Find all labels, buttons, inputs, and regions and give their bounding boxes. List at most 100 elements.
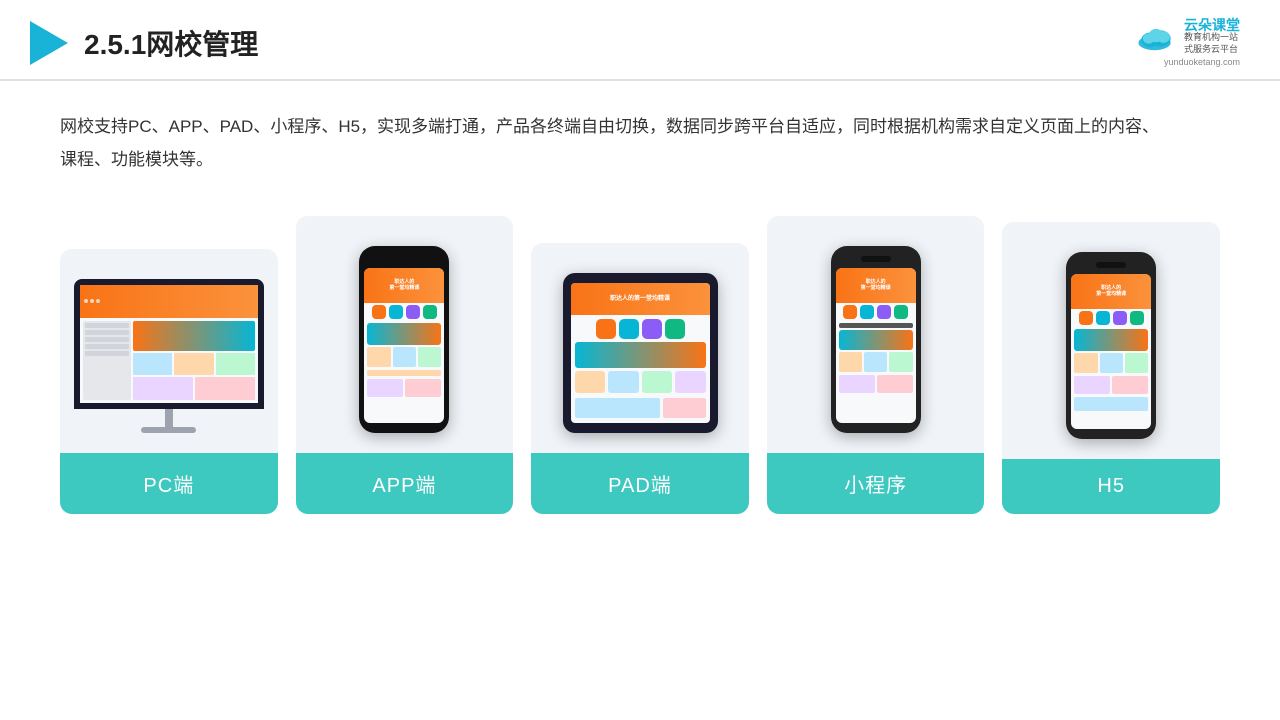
phone-card xyxy=(1100,353,1123,373)
page-title: 2.5.1网校管理 xyxy=(84,23,258,63)
app-card-label: APP端 xyxy=(296,453,514,514)
phone-screen-h5: 职达人的第一堂均精课 xyxy=(1071,274,1151,429)
tablet-card-extra xyxy=(575,398,660,418)
logo-brand-name: 云朵课堂 xyxy=(1184,18,1240,32)
phone-icon xyxy=(406,305,420,319)
mini-card xyxy=(877,375,913,393)
phone-row-extra xyxy=(367,370,441,376)
tablet-card xyxy=(608,371,639,393)
phone-icon xyxy=(372,305,386,319)
phone-banner-mini xyxy=(839,330,913,350)
miniapp-card: 职达人的第一堂均精课 xyxy=(767,216,985,514)
phone-icon xyxy=(860,305,874,319)
tablet-icon xyxy=(596,319,616,339)
phone-header-text-h5: 职达人的第一堂均精课 xyxy=(1096,285,1126,298)
phone-icon xyxy=(1079,311,1093,325)
screen-main xyxy=(133,321,255,400)
tablet-screen: 职达人的第一堂均精课 xyxy=(571,283,710,423)
tablet-icon xyxy=(619,319,639,339)
phone-cards-h5 xyxy=(1074,353,1148,373)
app-image-area: 职达人的第一堂均精课 xyxy=(296,216,514,453)
phone-mockup-h5: 职达人的第一堂均精课 xyxy=(1066,252,1156,439)
phone-screen-header-mini: 职达人的第一堂均精课 xyxy=(836,268,916,303)
pc-card: PC端 xyxy=(60,249,278,514)
phone-notch xyxy=(389,256,419,262)
tablet-extra xyxy=(575,398,706,418)
screen-banner xyxy=(133,321,255,351)
screen-dot xyxy=(96,299,100,303)
tablet-icon xyxy=(665,319,685,339)
sidebar-item xyxy=(85,337,129,342)
sidebar-item xyxy=(85,330,129,335)
logo-slogan: 教育机构一站式服务云平台 xyxy=(1184,32,1240,55)
monitor-screen-body xyxy=(80,318,258,403)
sidebar-item xyxy=(85,351,129,356)
phone-banner-h5 xyxy=(1074,329,1148,351)
monitor-screen-top xyxy=(80,285,258,318)
h5-card xyxy=(1074,376,1110,394)
phone-screen: 职达人的第一堂均精课 xyxy=(364,268,444,423)
phone-icon xyxy=(843,305,857,319)
tablet-card xyxy=(575,371,606,393)
pc-mockup xyxy=(74,279,264,433)
phone-screen-header-h5: 职达人的第一堂均精课 xyxy=(1071,274,1151,309)
tablet-header-text: 职达人的第一堂均精课 xyxy=(610,295,670,303)
logo-website: yunduoketang.com xyxy=(1164,57,1240,67)
screen-card xyxy=(133,353,172,375)
cloud-logo-icon xyxy=(1134,22,1178,52)
phone-mockup-app: 职达人的第一堂均精课 xyxy=(359,246,449,433)
phone-icon xyxy=(894,305,908,319)
screen-card xyxy=(174,353,213,375)
phone-icon xyxy=(1096,311,1110,325)
logo-row: 云朵课堂 教育机构一站式服务云平台 xyxy=(1134,18,1240,55)
phone-icon-grid xyxy=(364,303,444,321)
cards-container: PC端 职达人的第一堂均精课 xyxy=(60,216,1220,514)
phone-card-extra xyxy=(405,379,441,397)
screen-cards-2 xyxy=(133,377,255,399)
phone-screen-mini: 职达人的第一堂均精课 xyxy=(836,268,916,423)
tablet-screen-header: 职达人的第一堂均精课 xyxy=(571,283,710,315)
screen-dot xyxy=(84,299,88,303)
h5-extra xyxy=(1074,376,1148,394)
logo-container: 云朵课堂 教育机构一站式服务云平台 yunduoketang.com xyxy=(1134,18,1240,67)
logo-brand-text: 云朵课堂 教育机构一站式服务云平台 xyxy=(1184,18,1240,55)
phone-icon-grid-h5 xyxy=(1071,309,1151,327)
header-left: 2.5.1网校管理 xyxy=(30,21,258,65)
monitor-screen xyxy=(80,285,258,403)
phone-notch-h5 xyxy=(1096,262,1126,268)
phone-icon xyxy=(1130,311,1144,325)
phone-card xyxy=(839,352,862,372)
tablet-icon xyxy=(642,319,662,339)
pad-card-label: PAD端 xyxy=(531,453,749,514)
phone-cards-mini xyxy=(839,352,913,372)
pad-card: 职达人的第一堂均精课 xyxy=(531,243,749,514)
page-header: 2.5.1网校管理 云朵课堂 教育机构一站式服务云平台 yunduoketang… xyxy=(0,0,1280,81)
tablet-card-extra xyxy=(663,398,706,418)
app-card: 职达人的第一堂均精课 xyxy=(296,216,514,514)
phone-icon xyxy=(877,305,891,319)
phone-card xyxy=(393,347,416,367)
pc-image-area xyxy=(60,249,278,453)
phone-card-extra xyxy=(367,379,403,397)
tablet-banner xyxy=(575,342,706,368)
phone-extra-cards xyxy=(367,379,441,397)
phone-card xyxy=(864,352,887,372)
phone-screen-header: 职达人的第一堂均精课 xyxy=(364,268,444,303)
sidebar-item xyxy=(85,323,129,328)
screen-card xyxy=(195,377,255,399)
phone-card xyxy=(1074,353,1097,373)
phone-card xyxy=(889,352,912,372)
phone-card xyxy=(367,347,390,367)
tablet-screen-body xyxy=(571,315,710,422)
h5-bottom-bar xyxy=(1074,397,1148,411)
monitor-base xyxy=(141,427,196,433)
tablet-icon-row xyxy=(575,319,706,339)
phone-icon xyxy=(389,305,403,319)
phone-card xyxy=(418,347,441,367)
tablet-mockup: 职达人的第一堂均精课 xyxy=(563,273,718,433)
monitor-stand xyxy=(165,409,173,427)
phone-notch xyxy=(861,256,891,262)
play-icon xyxy=(30,21,68,65)
mini-card xyxy=(839,375,875,393)
sidebar-item xyxy=(85,344,129,349)
